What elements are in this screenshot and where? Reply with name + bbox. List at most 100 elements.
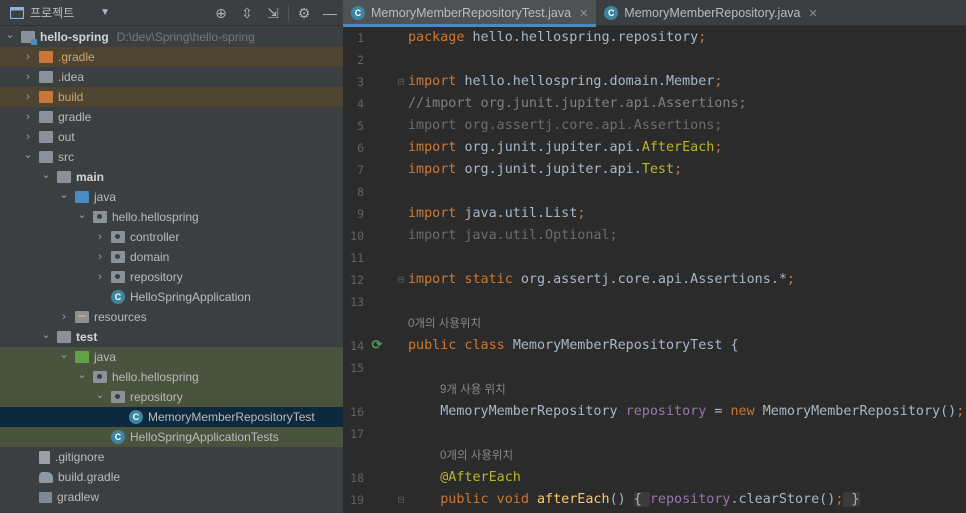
chevron-down-icon[interactable]: ⌄ xyxy=(4,28,16,41)
expand-all-icon[interactable]: ⇳ xyxy=(234,5,260,22)
line-number: 9 xyxy=(357,207,364,221)
tree-item[interactable]: ⌄ repository xyxy=(0,387,343,407)
collapse-all-icon[interactable]: ⇲ xyxy=(260,5,286,22)
code-token: afterEach xyxy=(537,492,610,507)
tree-item[interactable]: ⌄ java xyxy=(0,347,343,367)
fold-icon[interactable]: ⊟ xyxy=(395,489,407,511)
tree-item[interactable]: ›gradlew xyxy=(0,487,343,507)
tree-item[interactable]: › out xyxy=(0,127,343,147)
usage-hint[interactable]: 9개 사용 위치 xyxy=(343,379,966,401)
code-line[interactable]: 15 xyxy=(343,357,966,379)
fold-icon[interactable]: ⊟ xyxy=(395,269,407,291)
project-view-icon[interactable] xyxy=(10,6,24,19)
code-token: org.assertj.core.api.Assertions.* xyxy=(520,272,787,287)
tree-item-label: build xyxy=(58,90,84,104)
chevron-down-icon[interactable]: ▼ xyxy=(100,7,110,18)
tree-item-label: .gitignore xyxy=(55,450,105,464)
chevron-down-icon[interactable]: ⌄ xyxy=(76,368,88,381)
code-line[interactable]: 8 xyxy=(343,181,966,203)
code-line[interactable]: 14 ⟳ public class MemoryMemberRepositoryTe… xyxy=(343,335,966,357)
code-view[interactable]: 1 package hello.hellospring.repository; 2 3… xyxy=(343,27,966,513)
code-line[interactable]: 13 xyxy=(343,291,966,313)
chevron-down-icon[interactable]: ⌄ xyxy=(58,348,70,361)
tree-item[interactable]: ›CHelloSpringApplicationTests xyxy=(0,427,343,447)
chevron-down-icon[interactable]: ⌄ xyxy=(40,328,52,341)
tree-item[interactable]: ›.gitignore xyxy=(0,447,343,467)
code-token: import xyxy=(408,140,465,155)
fold-icon[interactable]: ⊟ xyxy=(395,71,407,93)
project-panel-title[interactable]: 프로젝트 xyxy=(30,4,74,21)
usage-hint-text[interactable]: 0개의 사용위치 xyxy=(440,445,513,467)
close-icon[interactable]: ✕ xyxy=(579,7,588,20)
tree-item[interactable]: › domain xyxy=(0,247,343,267)
gear-icon[interactable]: ⚙ xyxy=(291,5,317,22)
chevron-right-icon[interactable]: › xyxy=(58,311,70,323)
chevron-right-icon[interactable]: › xyxy=(22,111,34,123)
tree-item[interactable]: › repository xyxy=(0,267,343,287)
code-token: ; xyxy=(698,30,707,45)
tree-item[interactable]: ⌄ hello.hellospring xyxy=(0,207,343,227)
code-line[interactable]: 5 import org.assertj.core.api.Assertions; xyxy=(343,115,966,137)
code-text: @AfterEach xyxy=(408,467,521,489)
tree-item[interactable]: ⌄ hello-spring D:\dev\Spring\hello-spring xyxy=(0,27,343,47)
code-line[interactable]: 12 ⊟ import static org.assertj.core.api.As… xyxy=(343,269,966,291)
chevron-down-icon[interactable]: ⌄ xyxy=(22,148,34,161)
code-line[interactable]: 6 import org.junit.jupiter.api.AfterEach; xyxy=(343,137,966,159)
run-test-icon[interactable]: ⟳ xyxy=(371,335,383,357)
chevron-right-icon[interactable]: › xyxy=(22,71,34,83)
tree-item[interactable]: › build xyxy=(0,87,343,107)
tree-item-path: D:\dev\Spring\hello-spring xyxy=(116,30,255,44)
tree-item[interactable]: ⌄ main xyxy=(0,167,343,187)
tree-item[interactable]: ›build.gradle xyxy=(0,467,343,487)
chevron-down-icon[interactable]: ⌄ xyxy=(40,168,52,181)
code-line[interactable]: 2 xyxy=(343,49,966,71)
code-text: import java.util.Optional; xyxy=(408,225,618,247)
tree-item[interactable]: › .gradle xyxy=(0,47,343,67)
chevron-right-icon[interactable]: › xyxy=(22,131,34,143)
code-line[interactable]: 3 ⊟ import hello.hellospring.domain.Member… xyxy=(343,71,966,93)
chevron-right-icon[interactable]: › xyxy=(94,271,106,283)
tree-item[interactable]: ⌄ hello.hellospring xyxy=(0,367,343,387)
code-line[interactable]: 7 import org.junit.jupiter.api.Test; xyxy=(343,159,966,181)
code-line[interactable]: 16 MemoryMemberRepository repository = n… xyxy=(343,401,966,423)
usage-hint-text[interactable]: 9개 사용 위치 xyxy=(440,379,506,401)
close-icon[interactable]: ✕ xyxy=(809,7,818,20)
code-line[interactable]: 17 xyxy=(343,423,966,445)
hide-icon[interactable]: — xyxy=(317,5,343,21)
tree-item[interactable]: › controller xyxy=(0,227,343,247)
line-number: 15 xyxy=(350,361,364,375)
code-line[interactable]: 19 ⊟ public void afterEach() { repository… xyxy=(343,489,966,511)
chevron-right-icon[interactable]: › xyxy=(22,51,34,63)
chevron-right-icon[interactable]: › xyxy=(94,231,106,243)
editor-tab[interactable]: C MemoryMemberRepositoryTest.java ✕ xyxy=(343,0,597,27)
locate-icon[interactable]: ⊕ xyxy=(208,5,234,22)
tab-label: MemoryMemberRepositoryTest.java xyxy=(371,6,572,20)
code-line[interactable]: 18 @AfterEach xyxy=(343,467,966,489)
usage-hint[interactable]: 0개의 사용위치 xyxy=(343,445,966,467)
tree-item[interactable]: ⌄ src xyxy=(0,147,343,167)
code-line[interactable]: 9 import java.util.List; xyxy=(343,203,966,225)
chevron-right-icon[interactable]: › xyxy=(94,251,106,263)
tree-item[interactable]: › resources xyxy=(0,307,343,327)
chevron-down-icon[interactable]: ⌄ xyxy=(58,188,70,201)
code-line[interactable]: 10 import java.util.Optional; xyxy=(343,225,966,247)
code-line[interactable]: 1 package hello.hellospring.repository; xyxy=(343,27,966,49)
tree-item[interactable]: ⌄ test xyxy=(0,327,343,347)
tree-item[interactable]: › gradle xyxy=(0,107,343,127)
chevron-down-icon[interactable]: ⌄ xyxy=(94,388,106,401)
tree-item[interactable]: ⌄ java xyxy=(0,187,343,207)
usage-hint-text[interactable]: 0개의 사용위치 xyxy=(408,313,481,335)
chevron-down-icon[interactable]: ⌄ xyxy=(76,208,88,221)
tree-item[interactable]: ›CHelloSpringApplication xyxy=(0,287,343,307)
code-text: MemoryMemberRepository repository = new … xyxy=(408,401,964,423)
tree-item[interactable]: › .idea xyxy=(0,67,343,87)
editor-tab[interactable]: C MemoryMemberRepository.java ✕ xyxy=(596,0,825,26)
code-line[interactable]: 4 //import org.junit.jupiter.api.Assertio… xyxy=(343,93,966,115)
chevron-right-icon[interactable]: › xyxy=(22,91,34,103)
code-token: repository xyxy=(649,492,731,507)
tree-item-label: out xyxy=(58,130,75,144)
tree-item[interactable]: ›CMemoryMemberRepositoryTest xyxy=(0,407,343,427)
code-line[interactable]: 11 xyxy=(343,247,966,269)
code-token: import xyxy=(408,74,465,89)
usage-hint[interactable]: 0개의 사용위치 xyxy=(343,313,966,335)
